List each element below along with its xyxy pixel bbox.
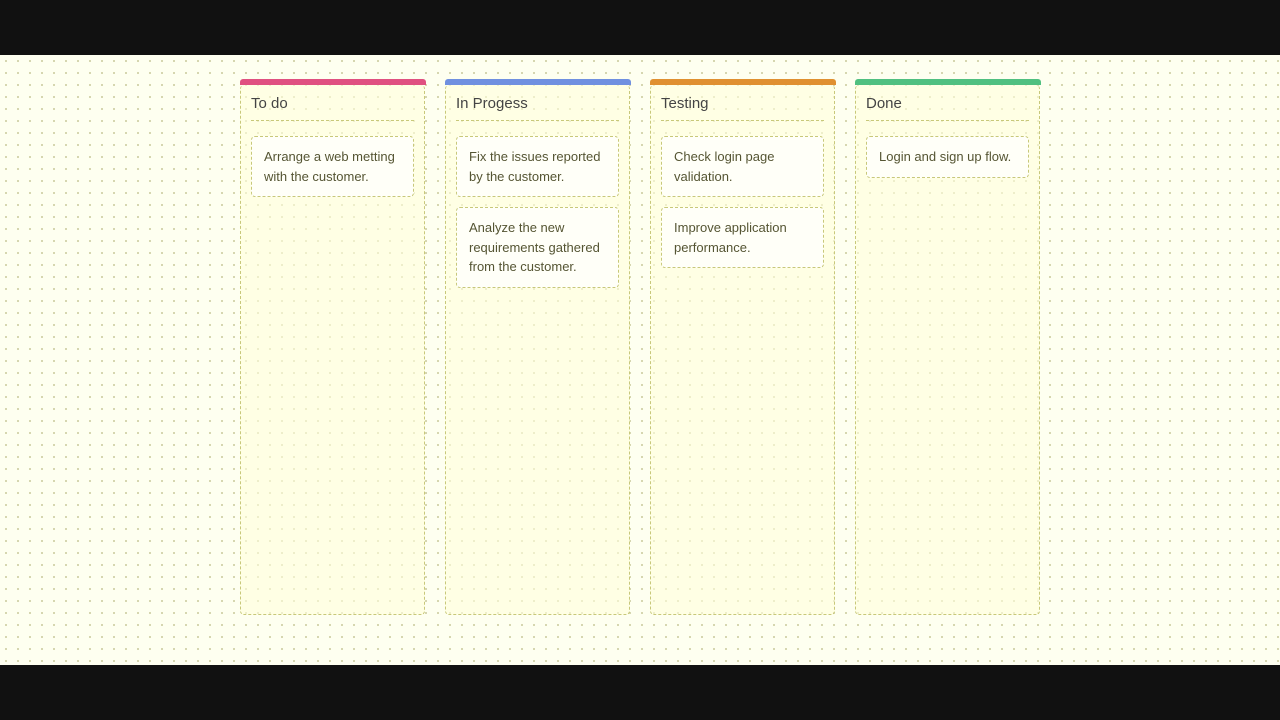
column-title-todo: To do bbox=[251, 95, 414, 121]
column-todo: To do Arrange a web metting with the cust… bbox=[240, 85, 425, 615]
card-done-0[interactable]: Login and sign up flow. bbox=[866, 136, 1029, 178]
column-header-testing bbox=[650, 79, 836, 85]
top-bar bbox=[0, 0, 1280, 55]
bottom-bar bbox=[0, 665, 1280, 720]
column-done: Done Login and sign up flow. bbox=[855, 85, 1040, 615]
column-title-inprogress: In Progess bbox=[456, 95, 619, 121]
column-title-done: Done bbox=[866, 95, 1029, 121]
card-inprogress-0[interactable]: Fix the issues reported by the customer. bbox=[456, 136, 619, 197]
column-testing: Testing Check login page validation. Impro… bbox=[650, 85, 835, 615]
column-header-inprogress bbox=[445, 79, 631, 85]
card-testing-0[interactable]: Check login page validation. bbox=[661, 136, 824, 197]
column-title-testing: Testing bbox=[661, 95, 824, 121]
card-inprogress-1[interactable]: Analyze the new requirements gathered fr… bbox=[456, 207, 619, 288]
column-header-todo bbox=[240, 79, 426, 85]
column-header-done bbox=[855, 79, 1041, 85]
card-testing-1[interactable]: Improve application performance. bbox=[661, 207, 824, 268]
card-todo-0[interactable]: Arrange a web metting with the customer. bbox=[251, 136, 414, 197]
kanban-board: To do Arrange a web metting with the cust… bbox=[0, 55, 1280, 665]
column-inprogress: In Progess Fix the issues reported by the… bbox=[445, 85, 630, 615]
